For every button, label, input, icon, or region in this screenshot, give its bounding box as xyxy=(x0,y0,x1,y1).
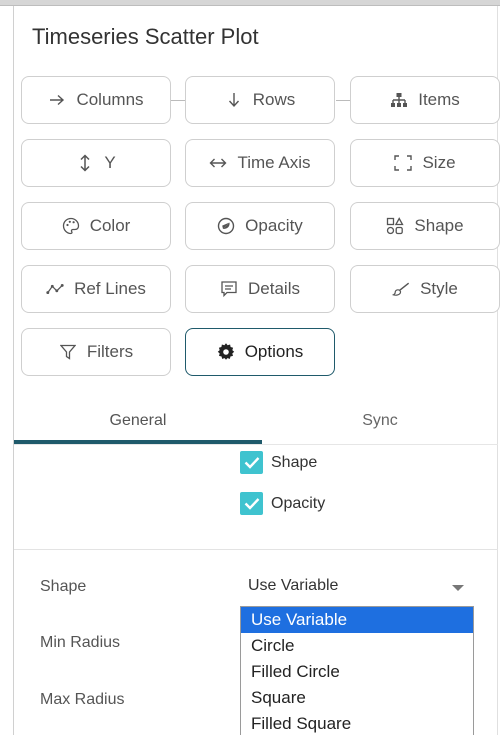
shape-checkbox-row[interactable]: Shape xyxy=(240,451,317,474)
y-label: Y xyxy=(104,153,116,172)
tab-general[interactable]: General xyxy=(14,398,262,444)
tab-general-label: General xyxy=(109,412,167,429)
opacity-checkbox[interactable] xyxy=(240,492,263,515)
details-button[interactable]: Details xyxy=(185,265,335,313)
expand-corners-icon xyxy=(394,154,413,172)
max-radius-label: Max Radius xyxy=(40,691,125,708)
color-button[interactable]: Color xyxy=(21,202,171,250)
shape-select[interactable]: Use Variable xyxy=(248,577,338,595)
min-radius-label: Min Radius xyxy=(40,634,121,651)
dropdown-option-square[interactable]: Square xyxy=(241,685,473,711)
checkmark-icon xyxy=(244,457,259,469)
rows-label: Rows xyxy=(252,90,296,109)
tab-sync[interactable]: Sync xyxy=(262,398,498,444)
connector-line xyxy=(171,100,185,101)
top-border xyxy=(0,0,500,6)
shape-label: Shape xyxy=(414,216,464,235)
dropdown-option-use-variable[interactable]: Use Variable xyxy=(241,607,473,633)
horizontal-arrows-icon xyxy=(209,154,227,172)
size-label: Size xyxy=(422,153,456,172)
options-label: Options xyxy=(244,342,304,361)
filter-icon xyxy=(59,343,77,361)
opacity-checkbox-row[interactable]: Opacity xyxy=(240,492,325,515)
options-button[interactable]: Options xyxy=(185,328,335,376)
opacity-icon xyxy=(217,217,235,235)
section-divider xyxy=(14,549,498,550)
shape-checkbox-label: Shape xyxy=(271,453,318,471)
ref-lines-button[interactable]: Ref Lines xyxy=(21,265,171,313)
panel-title: Timeseries Scatter Plot xyxy=(32,24,259,49)
ref-lines-label: Ref Lines xyxy=(74,279,146,298)
palette-icon xyxy=(62,217,80,235)
chevron-down-icon[interactable] xyxy=(452,585,464,591)
arrow-right-icon xyxy=(48,91,66,109)
rows-button[interactable]: Rows xyxy=(185,76,335,124)
brush-icon xyxy=(392,280,410,298)
comment-icon xyxy=(220,280,238,298)
details-label: Details xyxy=(248,279,300,298)
arrow-down-icon xyxy=(225,91,243,109)
tab-divider xyxy=(14,444,498,445)
filters-button[interactable]: Filters xyxy=(21,328,171,376)
size-button[interactable]: Size xyxy=(350,139,500,187)
left-border xyxy=(13,6,14,735)
shape-button[interactable]: Shape xyxy=(350,202,500,250)
filters-label: Filters xyxy=(86,342,134,361)
time-axis-label: Time Axis xyxy=(237,153,311,172)
style-button[interactable]: Style xyxy=(350,265,500,313)
dropdown-option-filled-circle[interactable]: Filled Circle xyxy=(241,659,473,685)
items-label: Items xyxy=(418,90,460,109)
vertical-arrows-icon xyxy=(76,154,94,172)
columns-button[interactable]: Columns xyxy=(21,76,171,124)
color-label: Color xyxy=(89,216,131,235)
columns-label: Columns xyxy=(76,90,144,109)
shape-dropdown-list: Use Variable Circle Filled Circle Square… xyxy=(240,606,474,735)
hierarchy-icon xyxy=(390,91,408,109)
items-button[interactable]: Items xyxy=(350,76,500,124)
tab-sync-label: Sync xyxy=(362,412,398,429)
opacity-checkbox-label: Opacity xyxy=(271,494,326,512)
checkmark-icon xyxy=(244,498,259,510)
connector-line xyxy=(336,100,350,101)
trend-line-icon xyxy=(46,280,64,298)
time-axis-button[interactable]: Time Axis xyxy=(185,139,335,187)
shape-field-label: Shape xyxy=(40,578,87,595)
shapes-icon xyxy=(386,217,405,235)
dropdown-option-filled-square[interactable]: Filled Square xyxy=(241,711,473,735)
opacity-button[interactable]: Opacity xyxy=(185,202,335,250)
dropdown-option-circle[interactable]: Circle xyxy=(241,633,473,659)
gear-icon xyxy=(217,343,235,361)
y-button[interactable]: Y xyxy=(21,139,171,187)
style-label: Style xyxy=(420,279,458,298)
opacity-label: Opacity xyxy=(245,216,303,235)
options-tabs: General Sync xyxy=(14,398,498,446)
shape-checkbox[interactable] xyxy=(240,451,263,474)
